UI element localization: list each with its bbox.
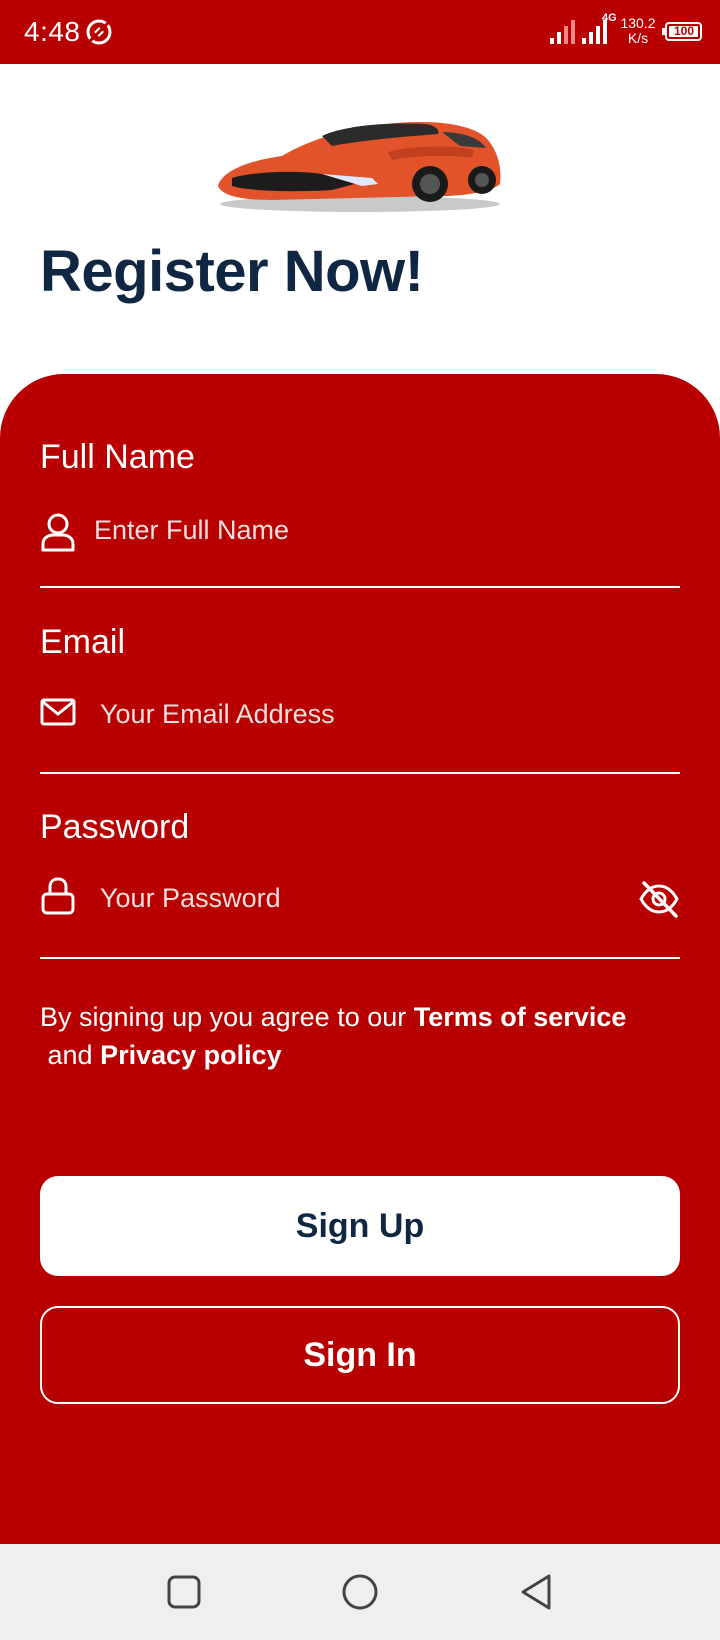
- eye-off-icon[interactable]: [638, 878, 680, 920]
- sign-up-button[interactable]: Sign Up: [40, 1176, 680, 1276]
- email-label: Email: [40, 623, 126, 661]
- full-name-input[interactable]: [94, 510, 614, 550]
- terms-of-service-link[interactable]: Terms of service: [414, 1002, 627, 1032]
- network-speed: 130.2 K/s: [614, 16, 662, 46]
- mail-icon: [40, 698, 76, 726]
- home-icon[interactable]: [340, 1572, 380, 1612]
- password-underline: [40, 957, 680, 959]
- sign-in-button[interactable]: Sign In: [40, 1306, 680, 1404]
- recent-apps-icon[interactable]: [164, 1572, 204, 1612]
- user-icon: [41, 513, 75, 552]
- terms-prefix: By signing up you agree to our: [40, 1002, 414, 1032]
- lock-icon: [41, 877, 75, 915]
- password-label: Password: [40, 808, 190, 846]
- full-name-underline: [40, 586, 680, 588]
- app-notification-icon: [86, 19, 112, 45]
- password-input[interactable]: [100, 878, 580, 918]
- privacy-policy-link[interactable]: Privacy policy: [100, 1040, 282, 1070]
- status-time: 4:48: [24, 16, 81, 47]
- status-bar: 4:48 4G 130.2 K/s 100: [0, 0, 720, 64]
- speed-unit: K/s: [627, 30, 649, 46]
- sports-car-image: [218, 122, 501, 212]
- signal-icon: [550, 20, 575, 44]
- full-name-field: [40, 500, 680, 560]
- email-input[interactable]: [100, 694, 620, 734]
- full-name-label: Full Name: [40, 438, 195, 476]
- back-icon[interactable]: [516, 1572, 556, 1612]
- email-underline: [40, 772, 680, 774]
- status-indicators: 4G 130.2 K/s 100: [548, 12, 702, 50]
- password-field: [40, 868, 680, 928]
- battery-level: 100: [673, 24, 695, 38]
- speed-value: 130.2: [620, 15, 656, 31]
- terms-text: By signing up you agree to our Terms of …: [40, 998, 680, 1074]
- email-field: [40, 684, 680, 744]
- system-nav-bar: [0, 1544, 720, 1640]
- terms-middle: and: [40, 1040, 101, 1070]
- page-title: Register Now!: [40, 239, 424, 304]
